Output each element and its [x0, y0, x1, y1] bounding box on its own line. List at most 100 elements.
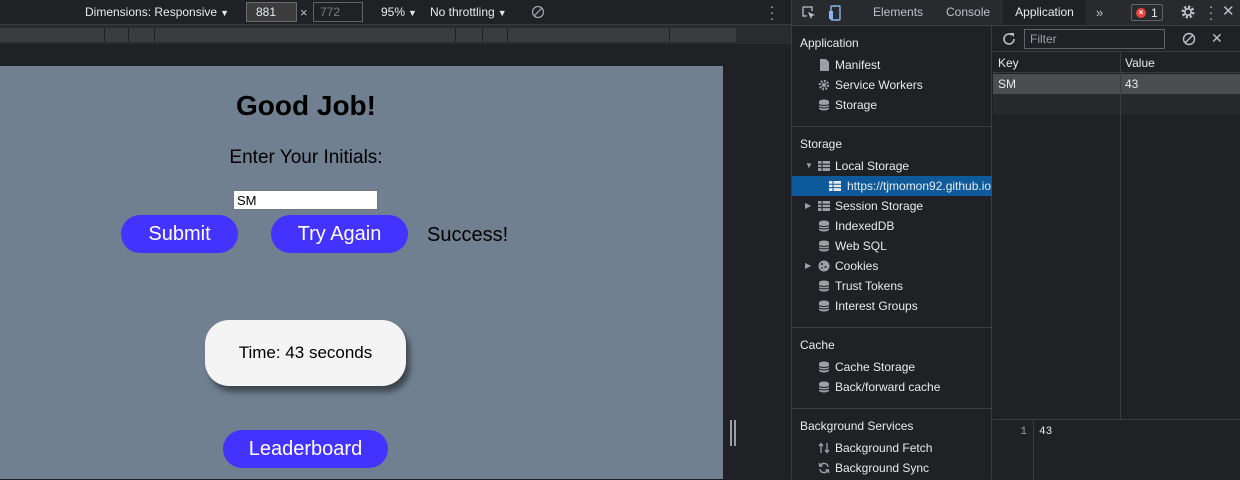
sidebar-item-label: Manifest — [835, 58, 881, 72]
device-toolbar-icon[interactable] — [828, 5, 842, 21]
gear-icon[interactable] — [1180, 4, 1196, 20]
table-icon — [818, 161, 830, 171]
media-query-divider — [154, 28, 155, 42]
document-icon — [820, 59, 829, 71]
divider — [792, 126, 992, 127]
dimensions-label: Dimensions: Responsive — [85, 5, 218, 19]
leaderboard-button[interactable]: Leaderboard — [223, 430, 388, 468]
more-options-icon[interactable]: · · · — [767, 0, 777, 25]
devtools-panel: Elements Console Application » × 1 · · · ✕… — [791, 0, 1240, 480]
tab-elements[interactable]: Elements — [873, 0, 923, 25]
sidebar-item-service-workers[interactable]: Service Workers — [792, 75, 992, 95]
sidebar-item-label: Back/forward cache — [835, 380, 941, 394]
line-number-gutter: 1 — [993, 420, 1034, 480]
tab-console[interactable]: Console — [946, 0, 990, 25]
filter-input[interactable]: Filter — [1024, 29, 1165, 49]
empty-table-row[interactable] — [993, 94, 1240, 114]
database-icon — [818, 280, 830, 292]
caret-down-icon: ▼ — [408, 8, 417, 18]
media-query-divider — [669, 28, 670, 42]
sidebar-item-trust-tokens[interactable]: Trust Tokens — [792, 276, 992, 296]
column-header-key[interactable]: Key — [998, 56, 1019, 70]
database-icon — [818, 361, 830, 373]
line-number: 1 — [1020, 426, 1027, 438]
media-query-strip[interactable] — [0, 28, 736, 42]
tab-application[interactable]: Application — [1003, 0, 1086, 25]
sync-icon — [818, 462, 830, 474]
sidebar-item-cache-storage[interactable]: Cache Storage — [792, 357, 992, 377]
try-again-button[interactable]: Try Again — [271, 215, 408, 253]
throttling-dropdown[interactable]: No throttling ▼ — [430, 5, 507, 19]
close-icon[interactable]: ✕ — [1222, 4, 1235, 20]
database-icon — [818, 220, 830, 232]
error-counter[interactable]: × 1 — [1131, 4, 1163, 21]
section-heading-cache: Cache — [800, 338, 835, 352]
table-row[interactable]: SM 43 — [993, 74, 1240, 94]
database-icon — [818, 381, 830, 393]
table-header: Key Value — [993, 53, 1240, 73]
sidebar-item-label: Background Fetch — [835, 441, 933, 455]
viewport-height-input[interactable]: 772 — [313, 2, 363, 22]
sidebar-item-cookies[interactable]: ▶ Cookies — [792, 256, 992, 276]
zoom-dropdown[interactable]: 95% ▼ — [381, 5, 417, 19]
table-icon — [829, 181, 841, 191]
initials-input[interactable] — [233, 190, 378, 210]
delete-selected-icon[interactable]: ✕ — [1211, 30, 1223, 46]
clear-all-icon[interactable] — [1182, 32, 1196, 46]
more-tabs-button[interactable]: » — [1096, 0, 1103, 25]
device-toolbar: Dimensions: Responsive ▼ 881 × 772 95% ▼ N… — [0, 0, 791, 25]
application-sidebar: Application Manifest Service Workers Sto… — [792, 26, 992, 479]
expanded-arrow-icon[interactable]: ▼ — [805, 156, 813, 176]
dimensions-dropdown[interactable]: Dimensions: Responsive ▼ — [85, 5, 229, 19]
sidebar-item-indexeddb[interactable]: IndexedDB — [792, 216, 992, 236]
database-icon — [818, 240, 830, 252]
sidebar-item-background-sync[interactable]: Background Sync — [792, 458, 992, 478]
media-query-divider — [507, 28, 508, 42]
rotate-icon[interactable] — [531, 5, 545, 19]
refresh-icon[interactable] — [1002, 32, 1016, 46]
database-icon — [818, 300, 830, 312]
collapsed-arrow-icon[interactable]: ▶ — [805, 196, 811, 216]
initials-label: Enter Your Initials: — [229, 147, 383, 168]
viewport-width-input[interactable]: 881 — [246, 2, 297, 22]
preview-value: 43 — [1039, 426, 1053, 438]
error-icon: × — [1136, 8, 1146, 18]
sidebar-item-label: Session Storage — [835, 199, 924, 213]
dimension-separator: × — [300, 5, 308, 20]
sidebar-item-storage[interactable]: Storage — [792, 95, 992, 115]
submit-button[interactable]: Submit — [121, 215, 238, 253]
caret-down-icon: ▼ — [220, 8, 229, 18]
viewport-gutter — [723, 66, 743, 479]
section-heading-storage: Storage — [800, 137, 843, 151]
sidebar-item-back-forward-cache[interactable]: Back/forward cache — [792, 377, 992, 397]
throttling-label: No throttling — [430, 5, 495, 19]
inspect-element-icon[interactable] — [802, 6, 816, 20]
error-count: 1 — [1151, 6, 1158, 20]
zoom-label: 95% — [381, 5, 406, 19]
collapsed-arrow-icon[interactable]: ▶ — [805, 256, 811, 276]
sidebar-item-background-fetch[interactable]: Background Fetch — [792, 438, 992, 458]
sidebar-item-web-sql[interactable]: Web SQL — [792, 236, 992, 256]
media-query-divider — [128, 28, 129, 42]
sidebar-item-interest-groups[interactable]: Interest Groups — [792, 296, 992, 316]
sidebar-item-manifest[interactable]: Manifest — [792, 55, 992, 75]
sidebar-item-label: Web SQL — [835, 239, 887, 253]
sidebar-item-local-storage[interactable]: ▼ Local Storage — [792, 156, 992, 176]
sidebar-item-label: IndexedDB — [835, 219, 895, 233]
sidebar-item-label: Cache Storage — [835, 360, 916, 374]
page-viewport — [0, 66, 723, 479]
up-down-arrows-icon — [818, 442, 830, 454]
column-divider — [1120, 53, 1121, 419]
status-message: Success! — [427, 224, 509, 246]
sidebar-item-session-storage[interactable]: ▶ Session Storage — [792, 196, 992, 216]
page-title: Good Job! — [236, 90, 376, 121]
cookie-icon — [818, 260, 830, 272]
devtools-menu-icon[interactable]: · · · — [1206, 0, 1216, 25]
media-query-divider — [455, 28, 456, 42]
sidebar-item-local-storage-origin[interactable]: https://tjmomon92.github.io — [792, 176, 992, 196]
column-header-value[interactable]: Value — [1125, 56, 1155, 70]
table-icon — [818, 201, 830, 211]
resize-handle[interactable] — [730, 420, 736, 446]
sidebar-item-label: Interest Groups — [835, 299, 918, 313]
divider — [792, 408, 992, 409]
